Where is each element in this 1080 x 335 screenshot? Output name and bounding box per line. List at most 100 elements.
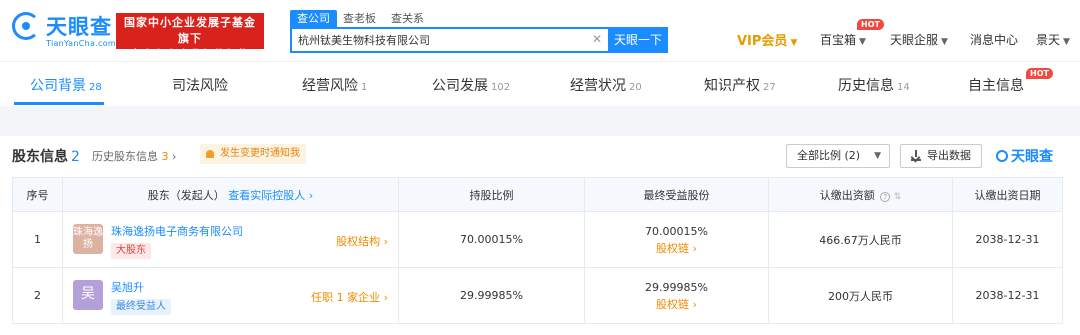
tab-count: 20	[629, 82, 642, 93]
col-date: 认缴出资日期	[952, 177, 1063, 212]
tab-count: 1	[361, 82, 368, 93]
holder-cell: 吴 吴旭升 最终受益人 任职 1 家企业 ›	[62, 267, 399, 324]
person-avatar[interactable]: 吴	[73, 280, 103, 310]
enterprise-label: 天眼企服	[890, 33, 939, 47]
table-row: 1 珠海逸扬 珠海逸扬电子商务有限公司 大股东 股权结构 › 70.00015%…	[12, 211, 1063, 268]
col-holder-label: 股东（发起人）	[147, 188, 225, 202]
company-avatar[interactable]: 珠海逸扬	[73, 224, 103, 254]
vip-menu[interactable]: VIP会员 ▼	[737, 30, 797, 49]
top-header: 天眼查 TianYanCha.com 国家中小企业发展子基金旗下 官方备案企业征…	[0, 0, 1080, 62]
row-date: 2038-12-31	[952, 211, 1063, 268]
tab-history-info[interactable]: 历史信息 14	[838, 75, 910, 95]
badge-line-2: 官方备案企业征信机构	[130, 48, 250, 61]
col-final-share: 最终受益股份	[584, 177, 769, 212]
history-label: 历史股东信息	[92, 150, 158, 163]
tab-company-development[interactable]: 公司发展 102	[432, 75, 510, 95]
col-capital-label: 认缴出资额	[819, 188, 875, 202]
active-tab-indicator	[14, 102, 104, 105]
ratio-select-value: 全部比例 (2)	[797, 149, 861, 162]
chevron-down-icon: ▼	[941, 37, 948, 47]
site-logo[interactable]: 天眼查 TianYanCha.com	[12, 10, 116, 50]
chevron-down-icon: ▼	[874, 151, 881, 161]
tab-intellectual-property[interactable]: 知识产权 27	[704, 75, 776, 95]
history-shareholders-link[interactable]: 历史股东信息 3 ›	[92, 148, 176, 164]
equity-chain-link[interactable]: 股权链 ›	[585, 296, 768, 313]
major-shareholder-tag: 大股东	[111, 243, 151, 259]
tab-self-info[interactable]: 自主信息	[968, 75, 1024, 95]
notify-me-button[interactable]: 发生变更时通知我	[200, 144, 306, 164]
section-title: 股东信息 2	[12, 146, 80, 166]
shareholder-section: 股东信息 2 历史股东信息 3 › 发生变更时通知我 全部比例 (2) ▼ 导出数…	[0, 136, 1080, 335]
search-tab-relation[interactable]: 查关系	[384, 10, 431, 27]
tab-label: 经营风险	[302, 78, 358, 94]
brand-watermark: 天眼查	[996, 146, 1053, 166]
export-label: 导出数据	[927, 149, 971, 162]
col-ratio: 持股比例	[398, 177, 585, 212]
hot-badge: HOT	[1026, 68, 1053, 79]
tab-company-background[interactable]: 公司背景 28	[30, 75, 102, 95]
message-center-link[interactable]: 消息中心	[970, 31, 1018, 48]
search-tab-company[interactable]: 查公司	[290, 10, 337, 27]
row-ratio: 70.00015%	[398, 211, 585, 268]
holder-name-link[interactable]: 珠海逸扬电子商务有限公司	[111, 223, 243, 239]
user-name: 景天	[1036, 33, 1061, 47]
chevron-down-icon: ▼	[859, 37, 866, 47]
row-final-share: 70.00015% 股权链 ›	[584, 211, 769, 268]
chevron-down-icon: ▼	[1063, 37, 1070, 47]
tab-label: 公司发展	[432, 78, 488, 94]
enterprise-menu[interactable]: 天眼企服 ▼	[890, 31, 948, 48]
view-controller-link[interactable]: 查看实际控股人 ›	[228, 189, 313, 202]
equity-chain-link[interactable]: 股权链 ›	[585, 240, 768, 257]
logo-name: 天眼查	[46, 15, 112, 39]
positions-link[interactable]: 任职 1 家企业 ›	[311, 289, 388, 305]
help-icon[interactable]: ?	[880, 191, 891, 202]
clear-icon[interactable]: ✕	[592, 32, 602, 46]
official-badge: 国家中小企业发展子基金旗下 官方备案企业征信机构	[116, 13, 264, 61]
table-header-row: 序号 股东（发起人） 查看实际控股人 › 持股比例 最终受益股份 认缴出资额 ?…	[12, 177, 1063, 212]
equity-structure-label: 股权结构	[336, 235, 381, 248]
export-data-button[interactable]: 导出数据	[900, 144, 982, 168]
row-seq: 2	[12, 267, 63, 324]
tab-count: 27	[763, 82, 776, 93]
tab-business-risk[interactable]: 经营风险 1	[302, 75, 367, 95]
treasure-label: 百宝箱	[820, 33, 857, 47]
bell-icon	[206, 150, 214, 158]
search-button[interactable]: 天眼一下	[608, 27, 668, 53]
tab-label: 自主信息	[968, 78, 1024, 94]
holder-name-link[interactable]: 吴旭升	[111, 279, 144, 295]
tab-count: 14	[897, 82, 910, 93]
hot-badge: HOT	[857, 19, 884, 30]
row-seq: 1	[12, 211, 63, 268]
vip-label: VIP会员	[737, 34, 788, 49]
search-box: ✕	[290, 27, 608, 53]
row-capital: 466.67万人民币	[768, 211, 953, 268]
final-share-value: 70.00015%	[645, 224, 708, 238]
notice-label: 发生变更时通知我	[220, 148, 300, 159]
holder-cell: 珠海逸扬 珠海逸扬电子商务有限公司 大股东 股权结构 ›	[62, 211, 399, 268]
tab-label: 知识产权	[704, 78, 760, 94]
search-input[interactable]	[292, 29, 582, 51]
equity-structure-link[interactable]: 股权结构 ›	[336, 233, 388, 249]
tab-label: 历史信息	[838, 78, 894, 94]
equity-chain-label: 股权链	[656, 297, 690, 311]
tab-label: 公司背景	[30, 78, 86, 94]
table-row: 2 吴 吴旭升 最终受益人 任职 1 家企业 › 29.99985% 29.99…	[12, 267, 1063, 324]
treasure-menu[interactable]: 百宝箱 ▼	[820, 31, 866, 48]
logo-eye-icon	[12, 12, 40, 40]
beneficiary-tag: 最终受益人	[111, 299, 171, 315]
row-capital: 200万人民币	[768, 267, 953, 324]
final-share-value: 29.99985%	[645, 280, 708, 294]
tab-count: 28	[89, 82, 102, 93]
row-final-share: 29.99985% 股权链 ›	[584, 267, 769, 324]
equity-chain-label: 股权链	[656, 241, 690, 255]
badge-line-1: 国家中小企业发展子基金旗下	[124, 16, 256, 45]
sort-icon[interactable]: ⇅	[894, 192, 902, 202]
section-count: 2	[71, 149, 80, 165]
ratio-filter-select[interactable]: 全部比例 (2) ▼	[786, 144, 890, 168]
tab-legal-risk[interactable]: 司法风险	[172, 75, 228, 95]
search-tab-boss[interactable]: 查老板	[336, 10, 383, 27]
section-title-label: 股东信息	[12, 149, 68, 165]
tab-operating-status[interactable]: 经营状况 20	[570, 75, 642, 95]
history-count: 3	[161, 150, 169, 163]
user-menu[interactable]: 景天 ▼	[1036, 31, 1070, 48]
